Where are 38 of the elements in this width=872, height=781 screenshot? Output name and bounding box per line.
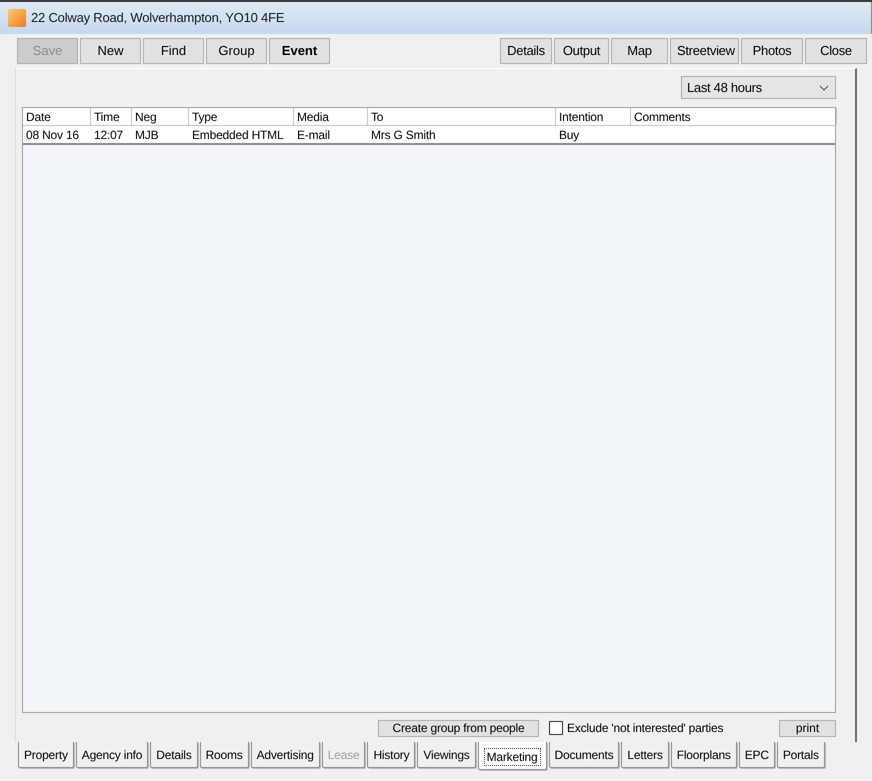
table-cell-text: 12:07 bbox=[93, 126, 124, 143]
toolbar-button[interactable]: Streetview bbox=[670, 38, 739, 64]
toolbar-button[interactable]: Output bbox=[554, 38, 609, 64]
toolbar-button[interactable]: Map bbox=[611, 38, 668, 64]
table-cell-text: Mrs G Smith bbox=[370, 126, 436, 143]
tab[interactable]: Marketing bbox=[478, 742, 546, 770]
print-button[interactable]: print bbox=[779, 720, 836, 736]
tab[interactable]: Rooms bbox=[200, 742, 249, 768]
checkbox[interactable] bbox=[549, 721, 563, 735]
toolbar-button[interactable]: Photos bbox=[741, 38, 803, 64]
toolbar-button[interactable]: New bbox=[80, 38, 141, 64]
tab[interactable]: Viewings bbox=[417, 742, 476, 768]
toolbar-button[interactable]: Group bbox=[206, 38, 267, 64]
chevron-down-icon bbox=[819, 84, 829, 90]
tab[interactable]: Letters bbox=[621, 742, 669, 768]
tab[interactable]: Documents bbox=[548, 742, 620, 768]
tab[interactable]: EPC bbox=[738, 742, 775, 768]
toolbar-button[interactable]: Find bbox=[143, 38, 204, 64]
table-cell-text: Buy bbox=[558, 126, 580, 143]
window-title: 22 Colway Road, Wolverhampton, YO10 4FE bbox=[31, 9, 284, 28]
tab[interactable]: Agency info bbox=[76, 742, 148, 768]
tab[interactable]: Floorplans bbox=[670, 742, 737, 768]
tab[interactable]: History bbox=[367, 742, 416, 768]
tab[interactable]: Advertising bbox=[250, 742, 320, 768]
toolbar-button[interactable]: Details bbox=[500, 38, 552, 64]
checkbox-label: Exclude 'not interested' parties bbox=[567, 720, 724, 737]
app-icon bbox=[8, 9, 26, 27]
toolbar-button[interactable]: Close bbox=[805, 38, 867, 64]
tab[interactable]: Details bbox=[150, 742, 198, 768]
table-cell-text: E-mail bbox=[296, 126, 331, 143]
period-dropdown[interactable]: Last 48 hours bbox=[681, 76, 836, 99]
tab[interactable]: Portals bbox=[776, 742, 825, 768]
table-cell-text: MJB bbox=[134, 126, 160, 143]
table-cell-text: Embedded HTML bbox=[191, 126, 284, 143]
create-group-button[interactable]: Create group from people bbox=[378, 720, 539, 736]
tab[interactable]: Property bbox=[18, 742, 74, 768]
toolbar-button[interactable]: Event bbox=[269, 38, 330, 64]
table-cell-text: 08 Nov 16 bbox=[25, 126, 80, 143]
